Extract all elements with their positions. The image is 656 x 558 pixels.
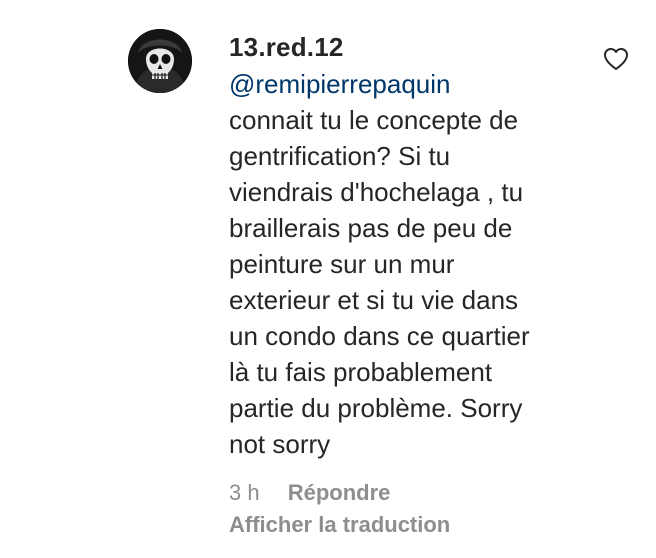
heart-outline-icon xyxy=(604,48,628,70)
user-avatar[interactable] xyxy=(128,29,192,93)
comment-body: 13.red.12 @remipierrepaquin connait tu l… xyxy=(229,30,589,462)
comment-mention[interactable]: @remipierrepaquin xyxy=(229,66,589,102)
reply-button[interactable]: Répondre xyxy=(288,478,391,508)
comment-timestamp: 3 h xyxy=(229,480,260,505)
comment-username[interactable]: 13.red.12 xyxy=(229,30,589,64)
see-translation-button[interactable]: Afficher la traduction xyxy=(229,510,450,540)
skull-avatar-icon xyxy=(128,29,192,93)
like-button[interactable] xyxy=(603,47,629,71)
comment: 13.red.12 @remipierrepaquin connait tu l… xyxy=(0,0,656,558)
comment-text: connait tu le concepte de gentrification… xyxy=(229,105,530,459)
comment-meta: 3 h Répondre xyxy=(229,478,390,508)
comment-content: @remipierrepaquin connait tu le concepte… xyxy=(229,66,589,462)
